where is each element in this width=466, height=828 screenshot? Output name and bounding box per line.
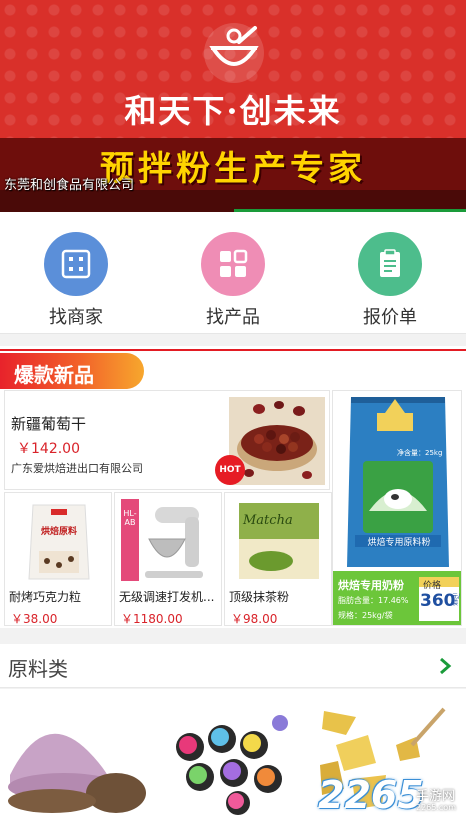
- quicknav-label: 找产品: [206, 307, 260, 328]
- quicknav-find-merchant[interactable]: 找商家: [26, 232, 126, 329]
- hot-section-title: 爆款新品: [14, 363, 94, 387]
- site-watermark: 2265 手游网 2265.com: [318, 773, 466, 823]
- mixing-bowl-logo-icon: [204, 23, 264, 83]
- product-name: 新疆葡萄干: [11, 415, 87, 433]
- hot-section-tag: 爆款新品: [0, 353, 144, 389]
- promo-banner[interactable]: 和天下·创未来 预拌粉生产专家 东莞和创食品有限公司: [0, 0, 466, 212]
- product-seller: 广东爱烘焙进出口有限公司: [11, 462, 143, 475]
- store-grid-icon: [44, 232, 108, 296]
- bag-net-weight: 净含量：25kg: [397, 449, 443, 457]
- side-product-spec-fat: 脂肪含量：17.46%: [338, 596, 409, 605]
- product-card-matcha[interactable]: Matcha 顶级抹茶粉 ￥98.00: [224, 492, 332, 626]
- quicknav-quote-list[interactable]: 报价单: [340, 232, 440, 329]
- side-price-label: 价格: [423, 581, 442, 591]
- product-price: ￥142.00: [17, 441, 80, 457]
- product-price: ￥1180.00: [121, 612, 183, 626]
- chocolate-pack-image: 烘焙原料: [11, 499, 107, 581]
- banner-slogan: 和天下·创未来: [124, 92, 342, 130]
- pack-label: 烘焙原料: [41, 527, 78, 537]
- product-price: ￥38.00: [11, 612, 58, 626]
- product-tiles-icon: [201, 232, 265, 296]
- product-card-chocolate-chips[interactable]: 烘焙原料 耐烤巧克力粒 ￥38.00: [4, 492, 112, 626]
- pack-label: Matcha: [243, 513, 293, 528]
- raw-materials-header[interactable]: 原料类: [0, 644, 466, 688]
- chevron-right-icon[interactable]: [438, 657, 452, 675]
- watermark-suffix: 手游网: [416, 789, 456, 804]
- quote-sheet-icon: [358, 232, 422, 296]
- side-price: 360: [420, 591, 456, 611]
- app-screen: 和天下·创未来 预拌粉生产专家 东莞和创食品有限公司 找商家 找产品 报价单 爆…: [0, 0, 466, 828]
- mixer-image: HL-AB: [121, 499, 217, 581]
- product-name: 无级调速打发机...: [119, 590, 215, 604]
- quicknav-label: 报价单: [363, 307, 417, 328]
- banner-caption: 东莞和创食品有限公司: [4, 178, 135, 193]
- side-price-unit: 元/袋: [452, 593, 461, 607]
- quick-nav: 找商家 找产品 报价单: [0, 212, 466, 334]
- side-product-name: 烘焙专用奶粉: [338, 579, 404, 592]
- raw-materials-title: 原料类: [8, 657, 68, 681]
- side-product-spec-weight: 规格：25kg/袋: [338, 611, 393, 620]
- product-name: 耐烤巧克力粒: [9, 590, 82, 604]
- quicknav-label: 找商家: [49, 307, 103, 328]
- section-divider: [0, 349, 466, 351]
- product-price: ￥98.00: [231, 612, 278, 626]
- quicknav-find-product[interactable]: 找产品: [183, 232, 283, 329]
- product-card-mixer[interactable]: HL-AB 无级调速打发机... ￥1180.00: [114, 492, 222, 626]
- taro-powder-image[interactable]: [4, 705, 150, 815]
- product-card-milk-powder[interactable]: 净含量：25kg 烘焙专用原料粉 烘焙专用奶粉 脂肪含量：17.46% 规格：2…: [332, 390, 462, 626]
- bag-label: 烘焙专用原料粉: [367, 538, 431, 548]
- watermark-number: 2265: [318, 773, 424, 817]
- hot-badge: HOT: [215, 455, 245, 485]
- product-name: 顶级抹茶粉: [229, 590, 290, 604]
- sugar-pearls-image[interactable]: [160, 705, 306, 815]
- pack-label: HL-AB: [123, 509, 137, 527]
- product-card-raisins[interactable]: 新疆葡萄干 ￥142.00 广东爱烘焙进出口有限公司 HOT: [4, 390, 330, 490]
- watermark-url: 2265.com: [416, 803, 456, 812]
- matcha-pack-image: Matcha: [231, 499, 327, 581]
